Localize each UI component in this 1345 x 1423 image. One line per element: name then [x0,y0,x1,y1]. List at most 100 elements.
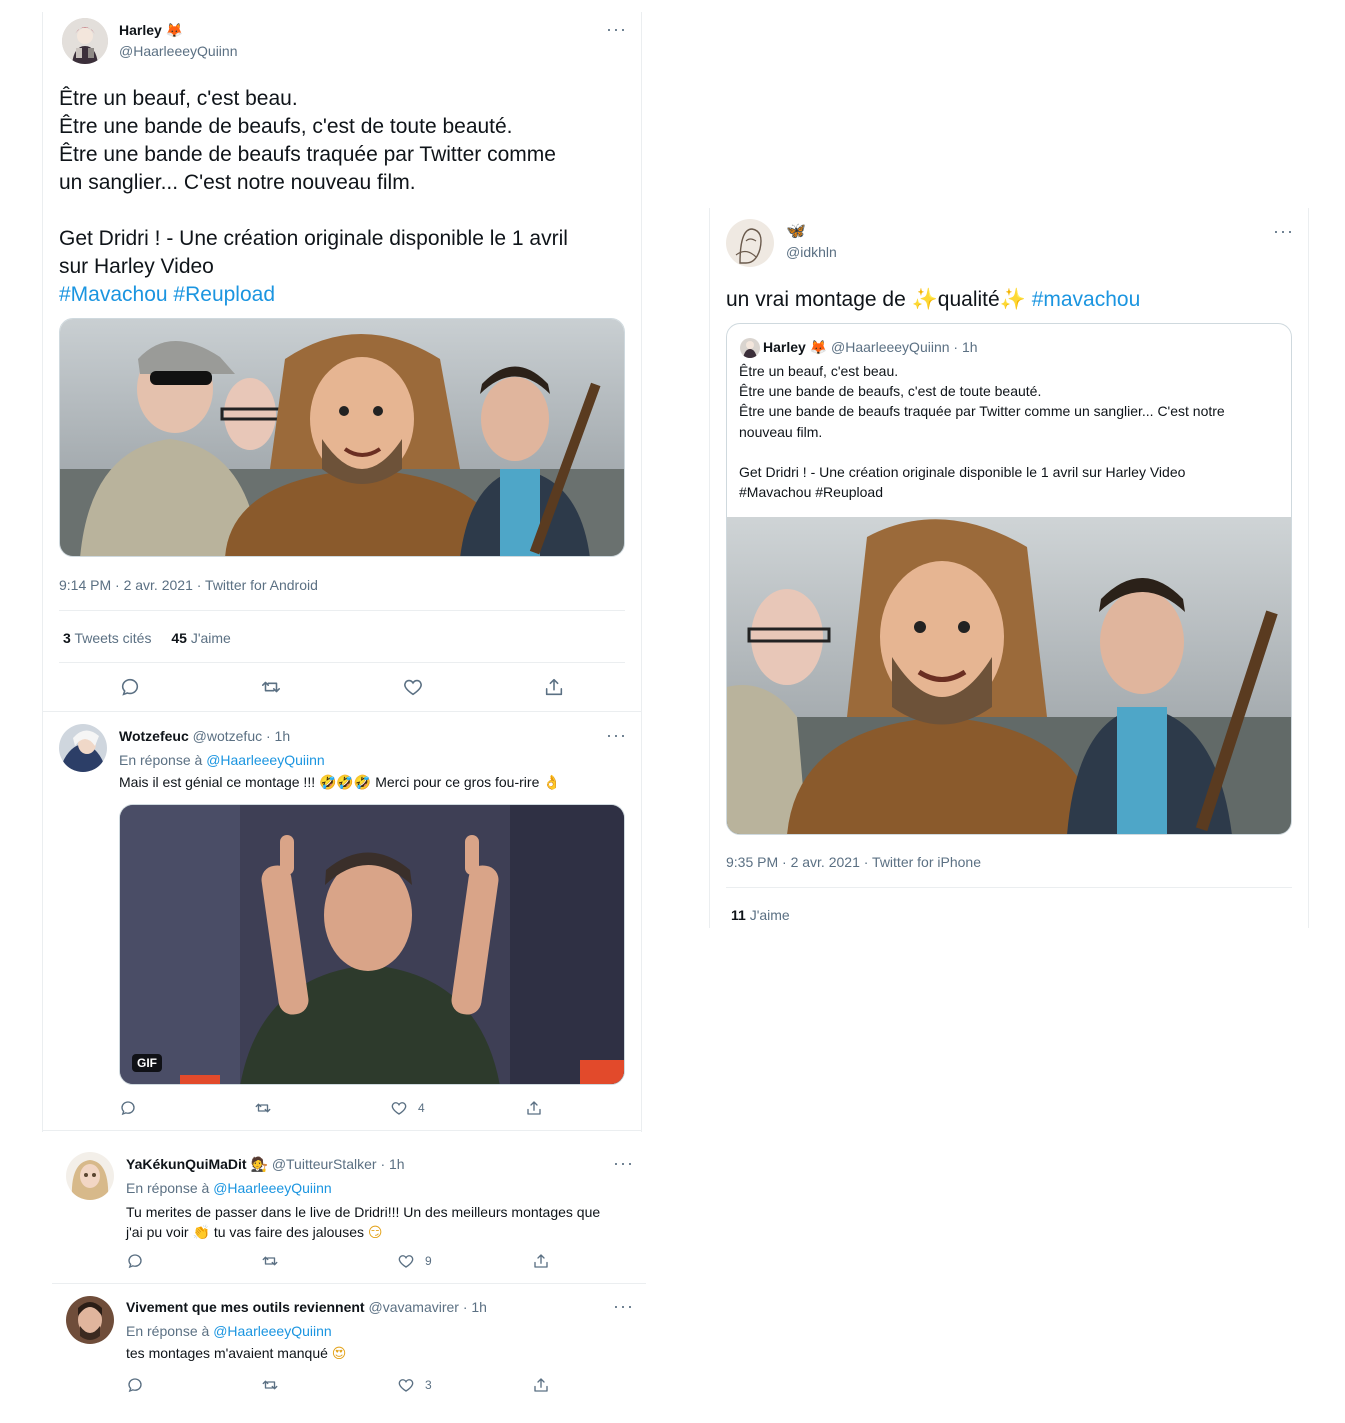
judge-emoji-icon: 🧑‍⚖️ [250,1157,268,1173]
reply-text: tes montages m'avaient manqué 😍 [126,1345,346,1362]
timestamp[interactable]: · 1h [463,1299,487,1315]
gif-image [120,805,624,1084]
reply-button[interactable] [119,676,141,698]
tweet-text: Être un beauf, c'est beau. Être une band… [59,85,568,309]
reply-text-part: Merci pour ce gros fou-rire [375,774,540,790]
timestamp: · 1h [953,339,978,355]
author-name[interactable]: Harley [119,22,162,38]
reply-button[interactable] [126,1252,144,1270]
share-button[interactable] [532,1376,550,1394]
reply-icon [128,1254,142,1269]
retweet-button[interactable] [254,1099,272,1117]
fox-emoji-icon: 🦊 [165,23,184,39]
avatar[interactable] [66,1152,114,1200]
reply-prefix: En réponse à [119,752,203,768]
quoted-line: Être une bande de beaufs, c'est de toute… [739,383,1042,400]
quoted-tweet[interactable]: Harley 🦊 @HaarleeeyQuiinn · 1h Être un b… [726,323,1292,835]
author-handle[interactable]: @vavamavirer [369,1299,459,1315]
tweet-line: Être un beauf, c'est beau. [59,87,298,110]
timestamp[interactable]: · 1h [380,1156,404,1172]
hashtag-link[interactable]: #mavachou [1032,288,1141,311]
mention-link[interactable]: @HaarleeeyQuiinn [206,752,325,768]
gif-media[interactable]: GIF [119,804,625,1085]
reply-text: Tu merites de passer dans le live de Dri… [126,1202,600,1243]
quotes-label: Tweets cités [74,630,152,646]
retweet-button[interactable] [261,1252,279,1270]
like-button[interactable] [402,676,424,698]
like-button[interactable]: 9 [397,1252,432,1270]
avatar[interactable] [59,724,107,772]
share-button[interactable] [525,1099,543,1117]
reply-button[interactable] [126,1376,144,1394]
share-button[interactable] [543,676,565,698]
gif-badge: GIF [132,1054,162,1072]
quoted-text: Être un beauf, c'est beau. Être une band… [739,361,1225,502]
thread-divider [42,1130,642,1131]
likes-stat[interactable]: 45 J'aime [171,630,231,646]
avatar[interactable] [66,1296,114,1344]
share-button[interactable] [532,1252,550,1270]
author-name[interactable]: Vivement que mes outils reviennent [126,1299,365,1315]
hashtag-link[interactable]: #Reupload [173,283,275,306]
more-options-icon[interactable]: ··· [613,1154,634,1172]
like-count: 4 [418,1101,425,1115]
reply-text-line: Tu merites de passer dans le live de Dri… [126,1204,601,1220]
author-handle[interactable]: @TuitteurStalker [272,1156,377,1172]
tweet-line: un sanglier... C'est notre nouveau film. [59,171,416,194]
butterfly-emoji-icon: 🦋 [786,221,806,240]
laughing-emoji-icon: 🤣🤣🤣 [319,775,372,791]
tweet-meta[interactable]: 9:35 PM · 2 avr. 2021 · Twitter for iPho… [726,854,981,870]
tweet-line: Être une bande de beaufs traquée par Twi… [59,143,556,166]
likes-label: J'aime [190,630,231,646]
tweet-image[interactable] [59,318,625,557]
tweet-text-part: qualité [937,288,1000,311]
likes-label: J'aime [749,907,790,923]
hashtag-link[interactable]: #Mavachou [59,283,168,306]
reply-text-part: j'ai pu voir [126,1224,189,1240]
like-icon [398,1255,414,1268]
like-button[interactable]: 4 [390,1099,425,1117]
like-button[interactable]: 3 [397,1376,432,1394]
author-handle[interactable]: @idkhln [786,244,837,260]
divider [59,662,625,663]
retweet-icon [262,1256,278,1266]
avatar[interactable] [726,219,774,267]
share-icon [545,678,563,696]
quoted-image [727,517,1291,834]
share-icon [534,1378,548,1392]
avatar[interactable] [62,18,108,64]
reply-text-part: Mais il est génial ce montage !!! [119,774,316,790]
timestamp[interactable]: · 1h [266,728,290,744]
author-name[interactable]: YaKékunQuiMaDit [126,1156,247,1172]
like-count: 3 [425,1378,432,1392]
retweet-button[interactable] [260,676,282,698]
quote-tweets-stat[interactable]: 3 Tweets cités [63,630,155,646]
reply-prefix: En réponse à [126,1180,210,1196]
author-handle[interactable]: @wotzefuc [193,728,262,744]
divider [59,610,625,611]
more-options-icon[interactable]: ··· [606,20,627,38]
more-options-icon[interactable]: ··· [606,726,627,744]
sparkles-emoji-icon: ✨ [911,287,938,311]
likes-stat[interactable]: 11 J'aime [731,907,790,923]
author-handle[interactable]: @HaarleeeyQuiinn [119,43,238,59]
more-options-icon[interactable]: ··· [613,1297,634,1315]
tweet-meta[interactable]: 9:14 PM · 2 avr. 2021 · Twitter for Andr… [59,577,318,593]
quoted-line: #Mavachou #Reupload [739,484,883,501]
mention-link[interactable]: @HaarleeeyQuiinn [213,1180,332,1196]
author-name[interactable]: Wotzefeuc [119,728,189,744]
retweet-icon [262,1380,278,1390]
like-icon [398,1379,414,1392]
divider [52,1283,646,1284]
mention-link[interactable]: @HaarleeeyQuiinn [213,1323,332,1339]
reply-prefix: En réponse à [126,1323,210,1339]
like-icon [391,1102,407,1115]
movie-still-image [60,319,624,556]
reply-button[interactable] [119,1099,137,1117]
ok-hand-emoji-icon: 👌 [543,775,561,791]
more-options-icon[interactable]: ··· [1273,222,1294,240]
retweet-button[interactable] [261,1376,279,1394]
avatar [740,338,760,358]
divider [726,887,1292,888]
tweet-text-part: un vrai montage de [726,288,906,311]
